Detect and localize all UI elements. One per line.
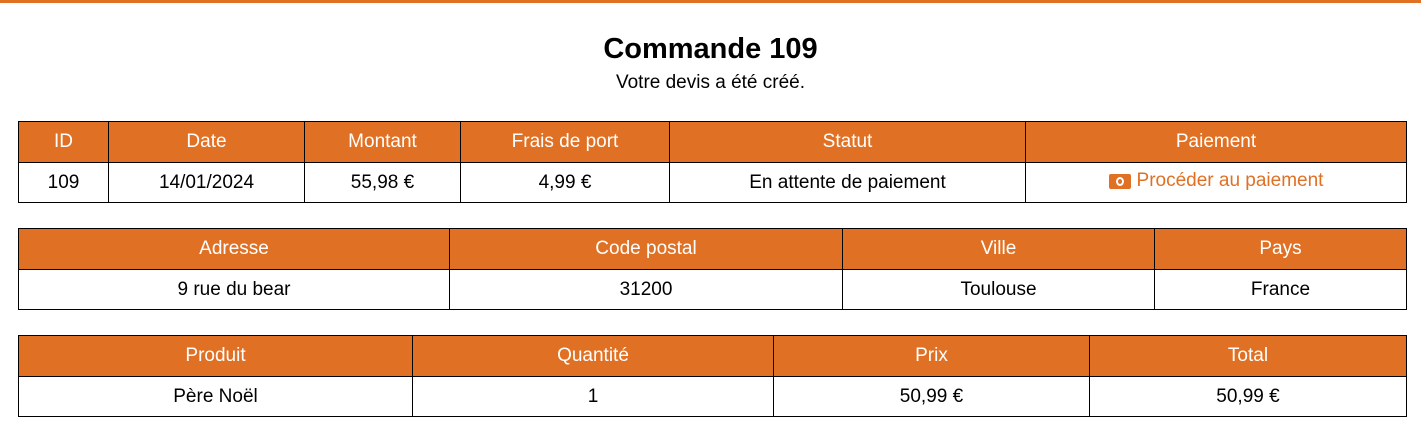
column-header-amount: Montant — [304, 121, 461, 163]
table-row: 109 14/01/2024 55,98 € 4,99 € En attente… — [18, 162, 1407, 203]
top-accent-bar — [0, 0, 1421, 3]
address-city-cell: Toulouse — [842, 269, 1155, 310]
table-row: 9 rue du bear 31200 Toulouse France — [18, 269, 1407, 310]
address-street-cell: 9 rue du bear — [18, 269, 450, 310]
column-header-quantity: Quantité — [412, 335, 774, 377]
column-header-street: Adresse — [18, 228, 450, 270]
column-header-date: Date — [108, 121, 305, 163]
order-shipping-cell: 4,99 € — [460, 162, 670, 203]
table-row: Père Noël 1 50,99 € 50,99 € — [18, 376, 1407, 417]
order-id-cell: 109 — [18, 162, 109, 203]
table-header-row: ID Date Montant Frais de port Statut Pai… — [18, 121, 1407, 163]
column-header-status: Statut — [669, 121, 1026, 163]
address-country-cell: France — [1154, 269, 1407, 310]
column-header-id: ID — [18, 121, 109, 163]
product-name-cell: Père Noël — [18, 376, 413, 417]
order-summary-table: ID Date Montant Frais de port Statut Pai… — [18, 121, 1407, 203]
order-payment-cell: Procéder au paiement — [1025, 162, 1407, 203]
column-header-product: Produit — [18, 335, 413, 377]
product-total-cell: 50,99 € — [1089, 376, 1407, 417]
page-title: Commande 109 — [603, 33, 818, 65]
column-header-total: Total — [1089, 335, 1407, 377]
column-header-postal-code: Code postal — [449, 228, 843, 270]
table-header-row: Produit Quantité Prix Total — [18, 335, 1407, 377]
products-table: Produit Quantité Prix Total Père Noël 1 … — [18, 335, 1407, 417]
column-header-price: Prix — [773, 335, 1090, 377]
page-subtitle: Votre devis a été créé. — [615, 72, 806, 93]
column-header-city: Ville — [842, 228, 1155, 270]
order-status-cell: En attente de paiement — [669, 162, 1026, 203]
column-header-country: Pays — [1154, 228, 1407, 270]
product-quantity-cell: 1 — [412, 376, 774, 417]
column-header-shipping: Frais de port — [460, 121, 670, 163]
proceed-to-payment-link[interactable]: Procéder au paiement — [1108, 170, 1324, 192]
order-amount-cell: 55,98 € — [304, 162, 461, 203]
column-header-payment: Paiement — [1025, 121, 1407, 163]
product-price-cell: 50,99 € — [773, 376, 1090, 417]
table-header-row: Adresse Code postal Ville Pays — [18, 228, 1407, 270]
money-bill-icon — [1108, 173, 1131, 189]
proceed-to-payment-label: Procéder au paiement — [1136, 170, 1324, 192]
shipping-address-table: Adresse Code postal Ville Pays 9 rue du … — [18, 228, 1407, 310]
order-date-cell: 14/01/2024 — [108, 162, 305, 203]
address-postal-code-cell: 31200 — [449, 269, 843, 310]
